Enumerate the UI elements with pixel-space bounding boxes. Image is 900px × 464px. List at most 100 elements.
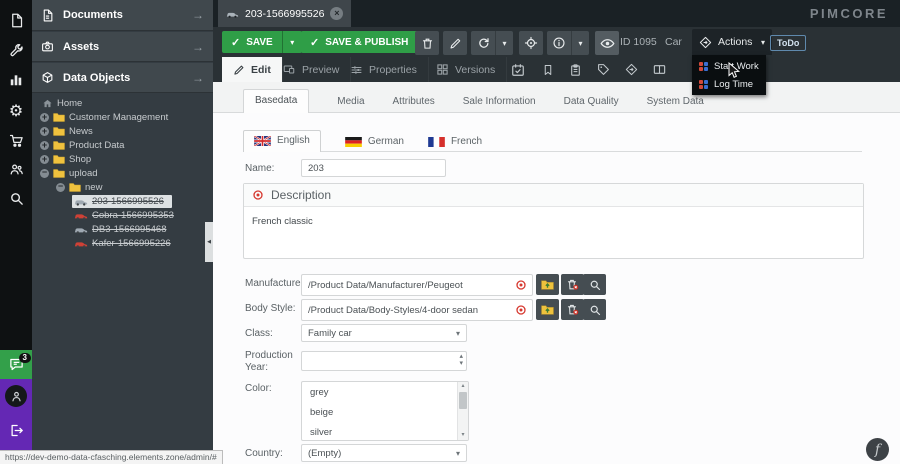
spin-down-icon[interactable]: ▾ bbox=[459, 360, 463, 367]
body-style-open-folder-button[interactable] bbox=[536, 299, 559, 320]
tab-language-german[interactable]: German bbox=[345, 136, 404, 152]
arrow-right-icon[interactable] bbox=[192, 8, 204, 22]
menu-item-log-time[interactable]: Log Time bbox=[692, 75, 766, 93]
user-avatar[interactable] bbox=[5, 385, 27, 407]
manufacturer-remove-button[interactable] bbox=[561, 274, 584, 295]
ecommerce-cart-icon[interactable] bbox=[0, 126, 32, 154]
tab-language-french[interactable]: French bbox=[428, 136, 482, 152]
accordion-documents[interactable]: Documents bbox=[32, 0, 213, 31]
logout-icon[interactable] bbox=[0, 416, 32, 444]
tree-item-shop[interactable]: Shop bbox=[32, 152, 213, 166]
arrow-right-icon[interactable] bbox=[192, 71, 204, 85]
actions-dropdown-menu: Start Work Log Time bbox=[692, 55, 766, 95]
tree-item-cobra[interactable]: Cobra-1566995353 bbox=[32, 208, 213, 222]
tag-icon[interactable] bbox=[595, 61, 612, 78]
save-dropdown-caret[interactable] bbox=[282, 31, 302, 53]
workflow-diamond-icon[interactable] bbox=[623, 61, 640, 78]
expand-plus-icon[interactable] bbox=[40, 155, 49, 164]
manufacturer-open-folder-button[interactable] bbox=[536, 274, 559, 295]
info-dropdown-caret[interactable] bbox=[571, 31, 589, 55]
expand-plus-icon[interactable] bbox=[40, 127, 49, 136]
info-button[interactable] bbox=[547, 31, 571, 55]
color-list-scrollbar[interactable] bbox=[457, 382, 468, 440]
country-select[interactable]: (Empty) bbox=[301, 444, 467, 462]
manufacturer-input[interactable] bbox=[302, 280, 515, 291]
tree-item-new[interactable]: new bbox=[32, 180, 213, 194]
expand-plus-icon[interactable] bbox=[40, 113, 49, 122]
trash-remove-icon bbox=[566, 278, 579, 291]
accordion-data-objects[interactable]: Data Objects bbox=[32, 63, 213, 93]
close-tab-icon[interactable] bbox=[330, 7, 343, 20]
tab-attributes[interactable]: Attributes bbox=[393, 96, 435, 113]
body-style-relation-field bbox=[301, 299, 533, 321]
file-icon[interactable] bbox=[0, 6, 32, 34]
description-text[interactable]: French classic bbox=[244, 207, 863, 236]
accordion-assets[interactable]: Assets bbox=[32, 32, 213, 62]
preview-eye-button[interactable] bbox=[595, 31, 619, 55]
tree-item-customer-management[interactable]: Customer Management bbox=[32, 110, 213, 124]
manufacturer-relation-field bbox=[301, 274, 533, 296]
customers-users-icon[interactable] bbox=[0, 155, 32, 183]
locate-in-tree-button[interactable] bbox=[519, 31, 543, 55]
tree-item-product-data[interactable]: Product Data bbox=[32, 138, 213, 152]
tree-item-203-selected[interactable]: 203-1566995526 bbox=[32, 194, 213, 208]
tab-properties[interactable]: Properties bbox=[339, 57, 429, 82]
relation-target-icon bbox=[515, 279, 527, 291]
tab-versions[interactable]: Versions bbox=[425, 57, 507, 82]
tab-sale-information[interactable]: Sale Information bbox=[463, 96, 536, 113]
tab-media[interactable]: Media bbox=[337, 96, 364, 113]
collapse-minus-icon[interactable] bbox=[40, 169, 49, 178]
todo-status-badge[interactable]: ToDo bbox=[770, 35, 806, 51]
script-f-floating-button[interactable] bbox=[866, 438, 889, 461]
rename-button[interactable] bbox=[443, 31, 467, 55]
notifications-chat-icon[interactable]: 3 bbox=[0, 350, 32, 379]
color-option-silver[interactable]: silver bbox=[302, 422, 468, 441]
production-year-spinner[interactable]: ▴▾ bbox=[301, 351, 467, 371]
color-label: Color: bbox=[245, 383, 272, 394]
monitor-icon bbox=[282, 64, 296, 76]
tree-item-db3[interactable]: DB3-1566995468 bbox=[32, 222, 213, 236]
description-panel-header[interactable]: Description bbox=[244, 184, 863, 207]
color-option-beige[interactable]: beige bbox=[302, 402, 468, 422]
tab-system-data[interactable]: System Data bbox=[647, 96, 704, 113]
class-select[interactable]: Family car bbox=[301, 324, 467, 342]
save-button[interactable]: SAVE bbox=[222, 31, 302, 53]
expand-plus-icon[interactable] bbox=[40, 141, 49, 150]
body-style-search-button[interactable] bbox=[583, 299, 606, 320]
open-object-tab[interactable]: 203-1566995526 bbox=[218, 0, 351, 27]
pimcore-admin-window: ⚙ 3 CO Documents bbox=[0, 0, 900, 464]
tree-item-upload[interactable]: upload bbox=[32, 166, 213, 180]
folder-icon bbox=[53, 140, 65, 150]
tab-data-quality[interactable]: Data Quality bbox=[564, 96, 619, 113]
split-columns-icon[interactable] bbox=[651, 61, 668, 78]
reload-dropdown-caret[interactable] bbox=[495, 31, 513, 55]
tab-language-english[interactable]: English bbox=[243, 130, 321, 152]
tree-collapse-handle[interactable] bbox=[205, 222, 213, 262]
color-option-grey[interactable]: grey bbox=[302, 382, 468, 402]
scroll-up-icon[interactable] bbox=[458, 382, 468, 391]
clipboard-notes-icon[interactable] bbox=[567, 61, 584, 78]
tree-item-news[interactable]: News bbox=[32, 124, 213, 138]
tools-wrench-icon[interactable] bbox=[0, 36, 32, 64]
delete-button[interactable] bbox=[415, 31, 439, 55]
menu-item-start-work[interactable]: Start Work bbox=[692, 57, 766, 75]
settings-gear-icon[interactable]: ⚙ bbox=[0, 96, 32, 124]
manufacturer-search-button[interactable] bbox=[583, 274, 606, 295]
body-style-input[interactable] bbox=[302, 305, 515, 316]
name-input[interactable] bbox=[301, 159, 446, 177]
arrow-right-icon[interactable] bbox=[192, 40, 204, 54]
search-icon[interactable] bbox=[0, 184, 32, 212]
reports-chart-icon[interactable] bbox=[0, 66, 32, 94]
scroll-thumb[interactable] bbox=[459, 392, 467, 409]
bookmark-icon[interactable] bbox=[539, 61, 556, 78]
scroll-down-icon[interactable] bbox=[458, 431, 468, 440]
actions-button[interactable]: Actions bbox=[692, 29, 772, 55]
tree-item-kafer[interactable]: Kafer-1566995226 bbox=[32, 236, 213, 250]
tab-basedata[interactable]: Basedata bbox=[243, 89, 309, 113]
schedule-calendar-icon[interactable] bbox=[509, 61, 526, 78]
tree-item-home[interactable]: Home bbox=[32, 96, 213, 110]
collapse-minus-icon[interactable] bbox=[56, 183, 65, 192]
body-style-remove-button[interactable] bbox=[561, 299, 584, 320]
spin-up-icon[interactable]: ▴ bbox=[459, 353, 463, 360]
reload-button[interactable] bbox=[471, 31, 495, 55]
